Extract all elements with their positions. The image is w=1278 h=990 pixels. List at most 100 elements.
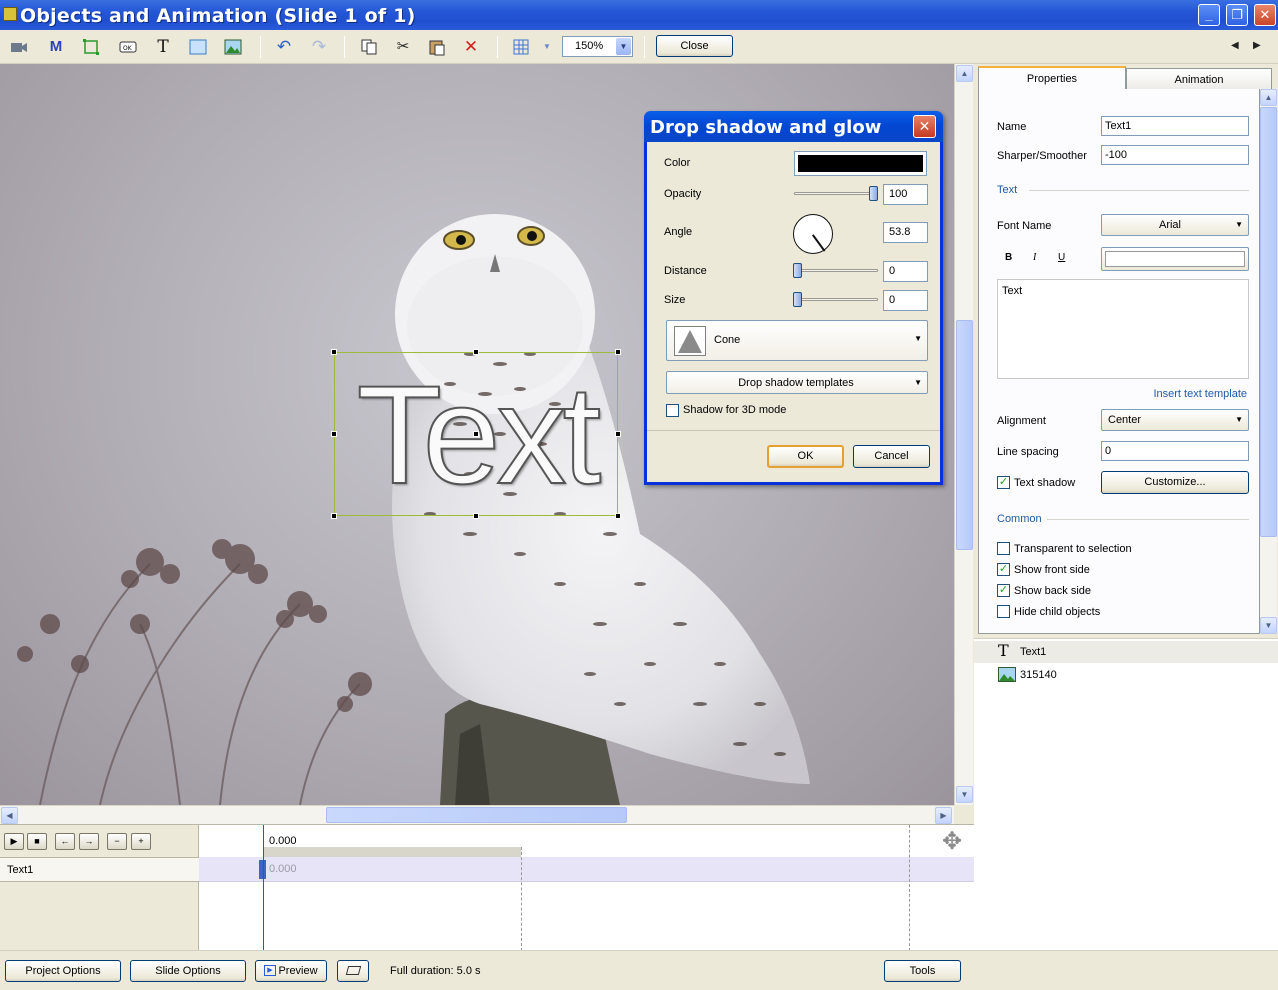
step-forward-icon[interactable]: →: [79, 833, 99, 850]
timeline-ruler[interactable]: 0.000: [199, 825, 974, 857]
timeline-track[interactable]: 0.000: [199, 857, 974, 882]
button-icon[interactable]: OK: [119, 38, 137, 56]
image-icon[interactable]: [224, 38, 242, 56]
resize-handle[interactable]: [331, 349, 337, 355]
size-input[interactable]: 0: [883, 290, 928, 311]
opacity-slider-thumb[interactable]: [869, 186, 878, 201]
hide-child-objects-checkbox[interactable]: [997, 605, 1010, 618]
alignment-select[interactable]: Center ▼: [1101, 409, 1249, 431]
restore-button[interactable]: ❐: [1226, 4, 1248, 26]
rectangle-icon[interactable]: [189, 38, 207, 56]
paste-icon[interactable]: [428, 38, 446, 56]
customize-button[interactable]: Customize...: [1101, 471, 1249, 494]
italic-button[interactable]: I: [1033, 252, 1036, 263]
resize-handle[interactable]: [331, 513, 337, 519]
show-back-side-checkbox[interactable]: ✓: [997, 584, 1010, 597]
resize-handle[interactable]: [615, 349, 621, 355]
sharper-input[interactable]: -100: [1101, 145, 1249, 165]
distance-input[interactable]: 0: [883, 261, 928, 282]
resize-handle[interactable]: [615, 513, 621, 519]
resize-handle[interactable]: [615, 431, 621, 437]
transparent-to-selection-checkbox[interactable]: [997, 542, 1010, 555]
color-swatch-button[interactable]: [794, 151, 927, 176]
scroll-down-icon[interactable]: ▼: [956, 786, 973, 803]
close-button[interactable]: Close: [656, 35, 733, 57]
grid-icon[interactable]: [512, 38, 530, 56]
shadow-shape-select[interactable]: Cone ▼: [666, 320, 928, 361]
center-handle[interactable]: [473, 431, 479, 437]
cancel-button[interactable]: Cancel: [853, 445, 930, 468]
bold-button[interactable]: B: [1005, 252, 1012, 263]
text-content-area[interactable]: Text: [997, 279, 1249, 379]
delete-icon[interactable]: ✕: [462, 38, 480, 56]
scroll-left-icon[interactable]: ◀: [1, 807, 18, 824]
resize-handle[interactable]: [473, 513, 479, 519]
properties-scrollbar[interactable]: ▲ ▼: [1260, 89, 1277, 634]
mask-icon[interactable]: M: [47, 38, 65, 56]
show-front-side-checkbox[interactable]: ✓: [997, 563, 1010, 576]
undo-icon[interactable]: ↶: [275, 38, 293, 56]
list-item[interactable]: 315140: [974, 664, 1278, 686]
text-color-button[interactable]: [1101, 247, 1249, 271]
preview-button[interactable]: ▶ Preview: [255, 960, 327, 982]
opacity-input[interactable]: 100: [883, 184, 928, 205]
step-back-icon[interactable]: ←: [55, 833, 75, 850]
list-item[interactable]: T Text1: [974, 641, 1278, 663]
drop-shadow-templates-button[interactable]: Drop shadow templates ▼: [666, 371, 928, 394]
resize-handle[interactable]: [331, 431, 337, 437]
tab-animation[interactable]: Animation: [1126, 68, 1272, 90]
grid-dropdown-icon[interactable]: ▼: [538, 38, 556, 56]
scroll-right-icon[interactable]: ▶: [935, 807, 952, 824]
angle-dial[interactable]: [793, 214, 833, 254]
distance-slider[interactable]: [794, 269, 878, 272]
timeline-row-label[interactable]: Text1: [0, 857, 199, 882]
copy-icon[interactable]: [360, 38, 378, 56]
angle-input[interactable]: 53.8: [883, 222, 928, 243]
next-slide-icon[interactable]: ▶: [1253, 40, 1261, 51]
dialog-close-button[interactable]: ✕: [913, 115, 936, 138]
tools-button[interactable]: Tools: [884, 960, 961, 982]
redo-icon[interactable]: ↷: [310, 38, 328, 56]
canvas-vertical-scrollbar[interactable]: ▲ ▼: [954, 64, 973, 805]
slideshow-button[interactable]: [337, 960, 369, 982]
slide-options-button[interactable]: Slide Options: [130, 960, 246, 982]
ok-button[interactable]: OK: [767, 445, 844, 468]
project-options-button[interactable]: Project Options: [5, 960, 121, 982]
font-name-select[interactable]: Arial ▼: [1101, 214, 1249, 236]
opacity-slider[interactable]: [794, 192, 878, 195]
resize-handle[interactable]: [473, 349, 479, 355]
underline-button[interactable]: U: [1058, 252, 1065, 263]
play-icon[interactable]: ▶: [4, 833, 24, 850]
zoom-out-icon[interactable]: −: [107, 833, 127, 850]
scroll-thumb[interactable]: [956, 320, 973, 550]
scroll-up-icon[interactable]: ▲: [1260, 89, 1277, 106]
playhead[interactable]: [263, 825, 264, 951]
zoom-in-icon[interactable]: +: [131, 833, 151, 850]
scroll-up-icon[interactable]: ▲: [956, 65, 973, 82]
cut-icon[interactable]: ✂: [394, 38, 412, 56]
text-object[interactable]: Text: [331, 349, 621, 519]
canvas-horizontal-scrollbar[interactable]: ◀ ▶: [0, 805, 954, 824]
minimize-button[interactable]: _: [1198, 4, 1220, 26]
line-spacing-input[interactable]: 0: [1101, 441, 1249, 461]
tab-properties[interactable]: Properties: [978, 66, 1126, 90]
shadow-3d-checkbox[interactable]: [666, 404, 679, 417]
scroll-thumb[interactable]: [1260, 107, 1277, 537]
name-input[interactable]: Text1: [1101, 116, 1249, 136]
size-slider[interactable]: [794, 298, 878, 301]
text-icon[interactable]: T: [154, 38, 172, 56]
insert-text-template-link[interactable]: Insert text template: [1153, 388, 1247, 400]
camera-icon[interactable]: [10, 38, 28, 56]
frame-icon[interactable]: [82, 38, 100, 56]
previous-slide-icon[interactable]: ◀: [1231, 40, 1239, 51]
scroll-thumb[interactable]: [326, 807, 627, 823]
text-shadow-checkbox[interactable]: ✓: [997, 476, 1010, 489]
zoom-select[interactable]: 150% ▼: [562, 36, 633, 57]
close-window-button[interactable]: ✕: [1254, 4, 1276, 26]
color-label: Color: [664, 157, 691, 169]
size-slider-thumb[interactable]: [793, 292, 802, 307]
scroll-down-icon[interactable]: ▼: [1260, 617, 1277, 634]
distance-slider-thumb[interactable]: [793, 263, 802, 278]
stop-icon[interactable]: ■: [27, 833, 47, 850]
move-icon[interactable]: ✥: [942, 827, 962, 856]
